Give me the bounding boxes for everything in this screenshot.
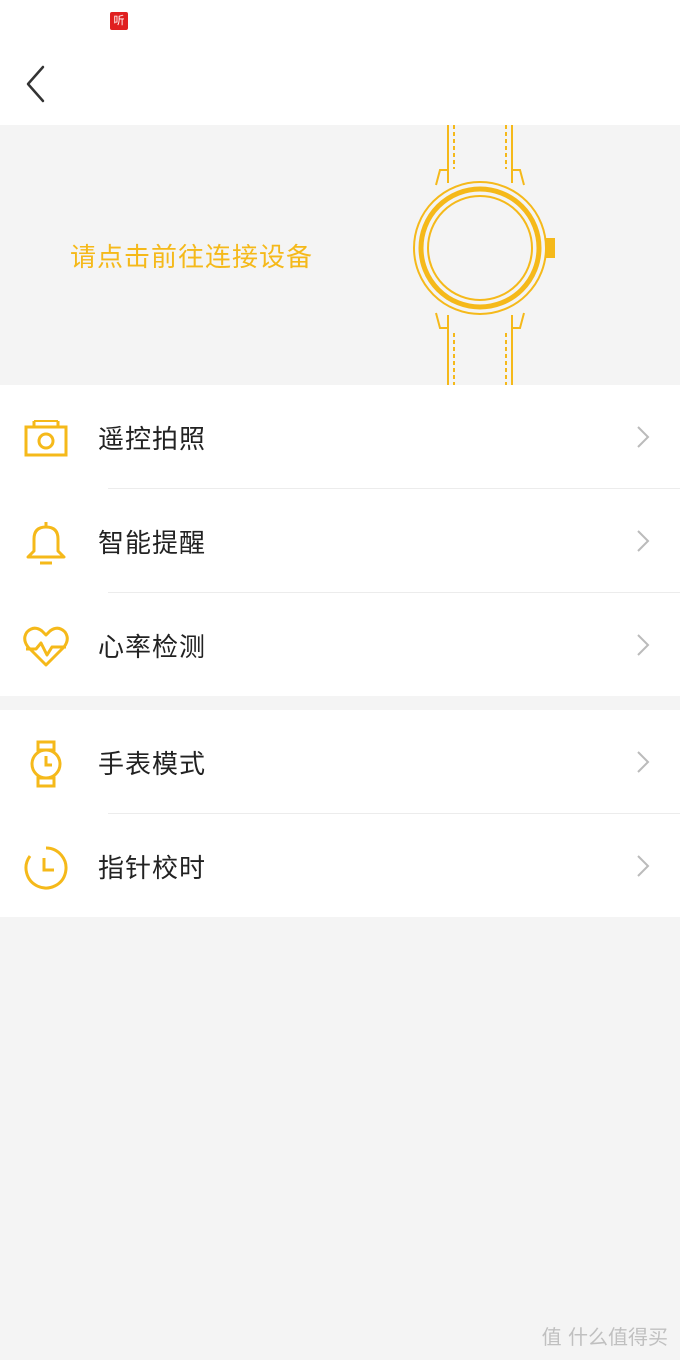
camera-icon [24,420,68,457]
menu-item-label: 心率检测 [98,633,207,663]
bell-icon [26,522,66,565]
watermark-text: 值 什么值得买 [541,1325,668,1349]
menu-item-label: 指针校时 [98,854,207,884]
menu-item-watch-mode[interactable]: 手表模式 [0,710,680,814]
chevron-right-icon [637,634,650,656]
menu-item-label: 遥控拍照 [98,425,207,455]
chevron-right-icon [637,426,650,448]
clock-icon [24,846,68,890]
menu-item-heart-rate[interactable]: 心率检测 [0,593,680,697]
watch-illustration [413,125,555,385]
chevron-right-icon [637,530,650,552]
menu-item-label: 智能提醒 [98,529,207,559]
app-notification-badge: 听 [110,12,128,30]
menu-item-remote-camera[interactable]: 遥控拍照 [0,385,680,489]
chevron-right-icon [637,855,650,877]
feature-group-2: 手表模式 指针校时 [0,710,680,917]
connect-device-prompt[interactable]: 请点击前往连接设备 [70,237,313,274]
menu-item-hand-calibration[interactable]: 指针校时 [0,814,680,918]
back-arrow-icon [26,65,45,103]
header [0,42,680,125]
back-button[interactable] [14,62,58,106]
chevron-right-icon [637,751,650,773]
menu-item-smart-reminder[interactable]: 智能提醒 [0,489,680,593]
status-bar: 听 [0,0,680,42]
feature-group-1: 遥控拍照 智能提醒 心率检测 [0,385,680,696]
connect-device-banner[interactable]: 请点击前往连接设备 [0,125,680,385]
watch-icon [30,740,62,788]
menu-item-label: 手表模式 [98,750,207,780]
heart-rate-icon [23,626,69,667]
watermark: 值 什么值得买 [542,1321,668,1350]
